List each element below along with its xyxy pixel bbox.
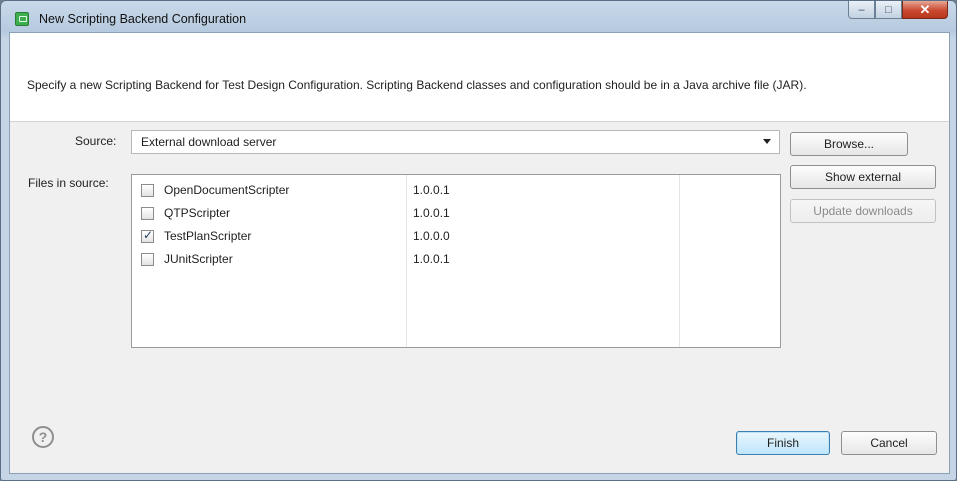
- table-row[interactable]: JUnitScripter 1.0.0.1: [132, 249, 780, 269]
- source-dropdown-value: External download server: [141, 135, 277, 149]
- table-row[interactable]: QTPScripter 1.0.0.1: [132, 203, 780, 223]
- cancel-button[interactable]: Cancel: [841, 431, 937, 455]
- dialog-window: New Scripting Backend Configuration – □ …: [0, 0, 957, 481]
- window-controls: – □ ✕: [848, 1, 948, 19]
- files-label: Files in source:: [28, 176, 109, 190]
- browse-button[interactable]: Browse...: [790, 132, 908, 156]
- scripter-name: JUnitScripter: [164, 252, 233, 266]
- row-checkbox[interactable]: [141, 228, 154, 243]
- row-checkbox[interactable]: [141, 184, 154, 197]
- scripter-name: OpenDocumentScripter: [164, 183, 290, 197]
- chevron-down-icon: [763, 139, 771, 144]
- scripter-version: 1.0.0.1: [413, 183, 450, 197]
- show-external-button[interactable]: Show external: [790, 165, 936, 189]
- scripter-version: 1.0.0.1: [413, 252, 450, 266]
- scripter-version: 1.0.0.1: [413, 206, 450, 220]
- maximize-button[interactable]: □: [875, 1, 902, 19]
- app-icon: [15, 12, 29, 26]
- row-checkbox[interactable]: [141, 253, 154, 266]
- finish-button[interactable]: Finish: [736, 431, 830, 455]
- close-button[interactable]: ✕: [902, 1, 948, 19]
- minimize-button[interactable]: –: [848, 1, 875, 19]
- window-title: New Scripting Backend Configuration: [39, 12, 247, 26]
- scripter-name: QTPScripter: [164, 206, 231, 220]
- row-checkbox[interactable]: [141, 207, 154, 220]
- source-dropdown[interactable]: External download server: [131, 130, 780, 154]
- update-downloads-button[interactable]: Update downloads: [790, 199, 936, 223]
- scripter-name: TestPlanScripter: [164, 229, 252, 243]
- source-label: Source:: [75, 134, 117, 148]
- dialog-content: Specify a new Scripting Backend for Test…: [9, 32, 950, 474]
- table-row[interactable]: OpenDocumentScripter 1.0.0.1: [132, 180, 780, 200]
- help-icon[interactable]: ?: [32, 426, 54, 448]
- files-table[interactable]: OpenDocumentScripter 1.0.0.1 QTPScripter 1.…: [131, 174, 781, 348]
- table-row[interactable]: TestPlanScripter 1.0.0.0: [132, 226, 780, 246]
- dialog-description: Specify a new Scripting Backend for Test…: [27, 78, 807, 92]
- scripter-version: 1.0.0.0: [413, 229, 450, 243]
- dialog-header: Specify a new Scripting Backend for Test…: [10, 33, 949, 122]
